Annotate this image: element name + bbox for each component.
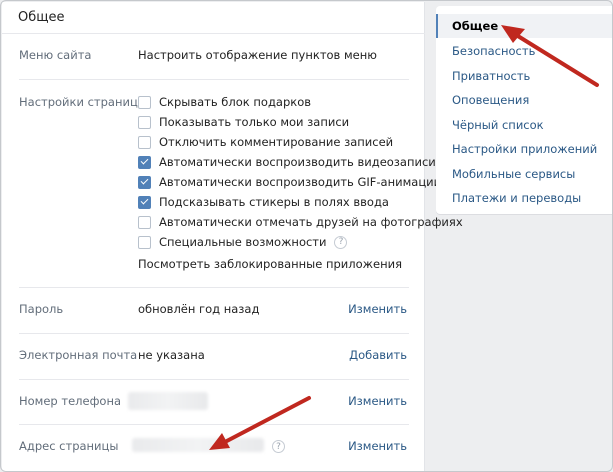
checkbox-box-checked[interactable] — [138, 155, 151, 169]
password-value: обновлён год назад — [138, 302, 260, 316]
change-password-link[interactable]: Изменить — [348, 302, 407, 316]
divider — [19, 287, 409, 288]
divider — [19, 424, 409, 425]
settings-window: Общее Меню сайта Настроить отображение п… — [0, 0, 613, 472]
password-label: Пароль — [19, 302, 64, 316]
sidebar-item-app-settings[interactable]: Настройки приложений — [436, 137, 612, 161]
sidebar-item-payments[interactable]: Платежи и переводы — [436, 186, 612, 210]
settings-main-panel: Общее Меню сайта Настроить отображение п… — [2, 2, 463, 471]
checkbox-box[interactable] — [138, 135, 151, 149]
checkbox-autoplay-video[interactable]: Автоматически воспроизводить видеозаписи — [138, 154, 436, 170]
settings-sidebar: Общее Безопасность Приватность Оповещени… — [436, 6, 612, 214]
address-value-blurred — [132, 438, 264, 452]
checkbox-label: Автоматически воспроизводить GIF-анимаци… — [159, 175, 442, 189]
checkbox-label: Автоматически отмечать друзей на фотогра… — [159, 215, 463, 229]
add-email-link[interactable]: Добавить — [349, 348, 407, 362]
checkbox-label: Отключить комментирование записей — [159, 135, 394, 149]
divider — [19, 379, 409, 380]
blocked-apps-link[interactable]: Посмотреть заблокированные приложения — [138, 257, 402, 271]
checkbox-box[interactable] — [138, 115, 151, 129]
sidebar-item-security[interactable]: Безопасность — [436, 39, 612, 63]
checkbox-label: Показывать только мои записи — [159, 115, 350, 129]
checkbox-label: Скрывать блок подарков — [159, 95, 312, 109]
divider — [19, 79, 409, 80]
checkbox-disable-comments[interactable]: Отключить комментирование записей — [138, 134, 393, 150]
checkbox-only-my-posts[interactable]: Показывать только мои записи — [138, 114, 349, 130]
sidebar-item-mobile-services[interactable]: Мобильные сервисы — [436, 162, 612, 186]
phone-value-blurred — [128, 392, 208, 410]
email-label: Электронная почта — [19, 348, 138, 362]
change-address-link[interactable]: Изменить — [348, 439, 407, 453]
checkbox-label: Автоматически воспроизводить видеозаписи — [159, 155, 436, 169]
change-phone-link[interactable]: Изменить — [348, 394, 407, 408]
help-icon[interactable]: ? — [272, 440, 285, 453]
checkbox-tag-friends[interactable]: Автоматически отмечать друзей на фотогра… — [138, 214, 463, 230]
page-settings-label: Настройки страницы — [19, 95, 147, 109]
sidebar-item-notifications[interactable]: Оповещения — [436, 88, 612, 112]
checkbox-accessibility[interactable]: Специальные возможности ? — [138, 234, 348, 250]
checkbox-suggest-stickers[interactable]: Подсказывать стикеры в полях ввода — [138, 194, 389, 210]
menu-label: Меню сайта — [19, 48, 92, 62]
checkbox-box-checked[interactable] — [138, 175, 151, 189]
help-icon[interactable]: ? — [334, 235, 348, 249]
phone-label: Номер телефона — [19, 394, 122, 408]
sidebar-item-general[interactable]: Общее — [436, 14, 612, 38]
checkbox-hide-gifts[interactable]: Скрывать блок подарков — [138, 94, 311, 110]
checkbox-box[interactable] — [138, 215, 151, 229]
sidebar-item-blacklist[interactable]: Чёрный список — [436, 113, 612, 137]
header-divider — [2, 33, 425, 34]
checkbox-label: Специальные возможности — [159, 235, 327, 249]
page-title: Общее — [18, 10, 65, 25]
checkbox-label: Подсказывать стикеры в полях ввода — [159, 195, 389, 209]
checkbox-autoplay-gif[interactable]: Автоматически воспроизводить GIF-анимаци… — [138, 174, 441, 190]
checkbox-box[interactable] — [138, 235, 151, 249]
address-label: Адрес страницы — [19, 439, 119, 453]
email-value: не указана — [138, 348, 205, 362]
configure-menu-link[interactable]: Настроить отображение пунктов меню — [138, 48, 377, 62]
divider — [19, 333, 409, 334]
sidebar-item-privacy[interactable]: Приватность — [436, 64, 612, 88]
checkbox-box[interactable] — [138, 95, 151, 109]
checkbox-box-checked[interactable] — [138, 195, 151, 209]
